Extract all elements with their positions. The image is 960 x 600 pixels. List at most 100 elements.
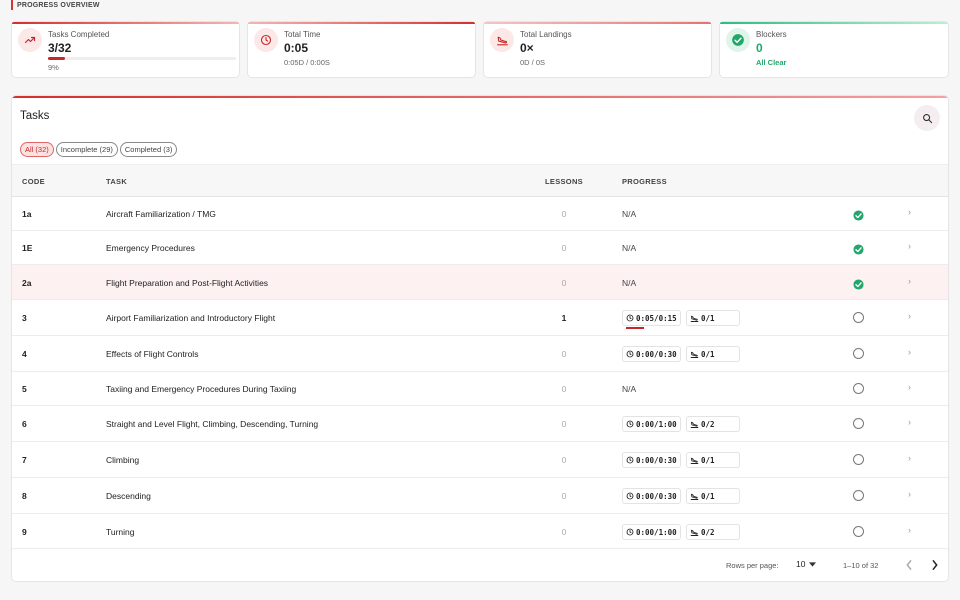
time-progress-pill: 0:00/1:00: [622, 524, 681, 540]
table-row[interactable]: 6 Straight and Level Flight, Climbing, De…: [12, 406, 948, 442]
column-header-code[interactable]: CODE: [22, 177, 45, 186]
chevron-right-icon[interactable]: ›: [908, 489, 911, 499]
stat-value: 0: [756, 41, 763, 55]
stat-sub: All Clear: [756, 58, 787, 67]
task-code: 1E: [22, 243, 33, 253]
chevron-right-icon: [932, 560, 938, 570]
clock-icon: [626, 492, 634, 500]
tasks-progress-bar: [48, 57, 236, 60]
task-name: Straight and Level Flight, Climbing, Des…: [106, 419, 319, 429]
rows-per-page-label: Rows per page:: [726, 561, 779, 570]
task-code: 8: [22, 491, 27, 501]
stat-card-blockers: Blockers 0 All Clear: [719, 21, 949, 78]
clock-icon: [626, 314, 634, 322]
landing-icon: [690, 420, 699, 429]
task-name: Airport Familiarization and Introductory…: [106, 313, 276, 323]
task-lessons: 0: [561, 419, 567, 429]
landing-icon: [690, 456, 699, 465]
caret-down-icon: [809, 561, 817, 567]
filter-chips: All (32) Incomplete (29) Completed (3): [20, 142, 178, 157]
time-progress-pill: 0:00/0:30: [622, 452, 681, 468]
complete-check-icon: [853, 277, 864, 290]
column-header-progress[interactable]: PROGRESS: [622, 177, 667, 186]
card-accent-line: [248, 22, 475, 24]
time-progress-pill: 0:00/0:30: [622, 346, 681, 362]
task-code: 4: [22, 349, 27, 359]
chevron-right-icon[interactable]: ›: [908, 417, 911, 427]
task-code: 1a: [22, 209, 32, 219]
table-row[interactable]: 8 Descending 0 0:00/0:30 0/1 ›: [12, 478, 948, 514]
prev-page-button[interactable]: [902, 558, 916, 572]
stat-value: 0:05: [284, 41, 309, 55]
table-footer: Rows per page: 10 1–10 of 32: [12, 550, 948, 581]
chevron-right-icon[interactable]: ›: [908, 311, 911, 321]
chevron-left-icon: [906, 560, 912, 570]
section-accent-bar: [11, 0, 13, 10]
filter-chip-incomplete[interactable]: Incomplete (29): [55, 142, 118, 157]
progress-na: N/A: [622, 243, 637, 253]
time-progress-pill: 0:00/1:00: [622, 416, 681, 432]
progress-na: N/A: [622, 384, 637, 394]
pagination-range: 1–10 of 32: [843, 561, 879, 570]
task-lessons: 0: [561, 384, 567, 394]
trending-up-icon: [18, 28, 42, 52]
check-circle-icon: [726, 28, 750, 52]
card-accent-line: [484, 22, 711, 24]
rows-per-page-select[interactable]: 10: [796, 559, 817, 569]
landings-progress-text: 0/1: [701, 349, 715, 359]
filter-chip-completed[interactable]: Completed (3): [119, 142, 178, 157]
table-row[interactable]: 3 Airport Familiarization and Introductor…: [12, 300, 948, 336]
task-lessons: 0: [561, 455, 567, 465]
clock-icon: [626, 456, 634, 464]
stat-value: 0×: [520, 41, 534, 55]
table-row[interactable]: 5 Taxiing and Emergency Procedures During…: [12, 372, 948, 406]
tasks-panel: Tasks All (32) Incomplete (29) Completed…: [11, 95, 949, 582]
column-header-task[interactable]: TASK: [106, 177, 127, 186]
table-header: CODE TASK LESSONS PROGRESS: [12, 164, 948, 197]
stat-label: Tasks Completed: [48, 30, 110, 39]
chevron-right-icon[interactable]: ›: [908, 525, 911, 535]
task-lessons: 0: [561, 527, 567, 537]
filter-chip-all[interactable]: All (32): [20, 142, 54, 157]
card-accent-line: [720, 22, 948, 24]
panel-accent-line: [12, 96, 948, 98]
table-row[interactable]: 1a Aircraft Familiarization / TMG 0 N/A ›: [12, 197, 948, 231]
landings-progress-pill: 0/2: [686, 416, 740, 432]
rows-per-page-value: 10: [796, 559, 806, 569]
search-button[interactable]: [914, 105, 940, 131]
clock-icon: [626, 350, 634, 358]
time-progress-text: 0:00/0:30: [636, 349, 677, 359]
card-accent-line: [12, 22, 239, 24]
stat-sub: 0:05D / 0:00S: [284, 58, 330, 67]
incomplete-circle-icon: [853, 490, 864, 501]
task-code: 9: [22, 527, 27, 537]
chevron-right-icon[interactable]: ›: [908, 276, 911, 286]
chevron-right-icon[interactable]: ›: [908, 207, 911, 217]
section-title-text: PROGRESS OVERVIEW: [17, 1, 100, 9]
progress-na: N/A: [622, 278, 637, 288]
chevron-right-icon[interactable]: ›: [908, 347, 911, 357]
landings-progress-pill: 0/1: [686, 488, 740, 504]
table-row[interactable]: 9 Turning 0 0:00/1:00 0/2 ›: [12, 514, 948, 549]
search-icon: [922, 113, 932, 123]
tasks-progress-fill: [48, 57, 65, 60]
landings-progress-pill: 0/1: [686, 346, 740, 362]
landings-progress-text: 0/1: [701, 491, 715, 501]
table-row[interactable]: 7 Climbing 0 0:00/0:30 0/1 ›: [12, 442, 948, 478]
landing-icon: [490, 28, 514, 52]
landings-progress-text: 0/1: [701, 313, 715, 323]
chevron-right-icon[interactable]: ›: [908, 382, 911, 392]
table-row[interactable]: 1E Emergency Procedures 0 N/A ›: [12, 231, 948, 265]
time-progress-text: 0:00/1:00: [636, 419, 677, 429]
chevron-right-icon[interactable]: ›: [908, 453, 911, 463]
table-row[interactable]: 4 Effects of Flight Controls 0 0:00/0:30 0/1…: [12, 336, 948, 372]
table-row[interactable]: 2a Flight Preparation and Post-Flight Act…: [12, 265, 948, 300]
column-header-lessons[interactable]: LESSONS: [534, 177, 594, 186]
time-progress-text: 0:00/1:00: [636, 527, 677, 537]
chevron-right-icon[interactable]: ›: [908, 241, 911, 251]
incomplete-circle-icon: [853, 383, 864, 394]
task-code: 6: [22, 419, 27, 429]
stat-label: Total Landings: [520, 30, 572, 39]
next-page-button[interactable]: [928, 558, 942, 572]
stat-percent: 9%: [48, 63, 59, 72]
